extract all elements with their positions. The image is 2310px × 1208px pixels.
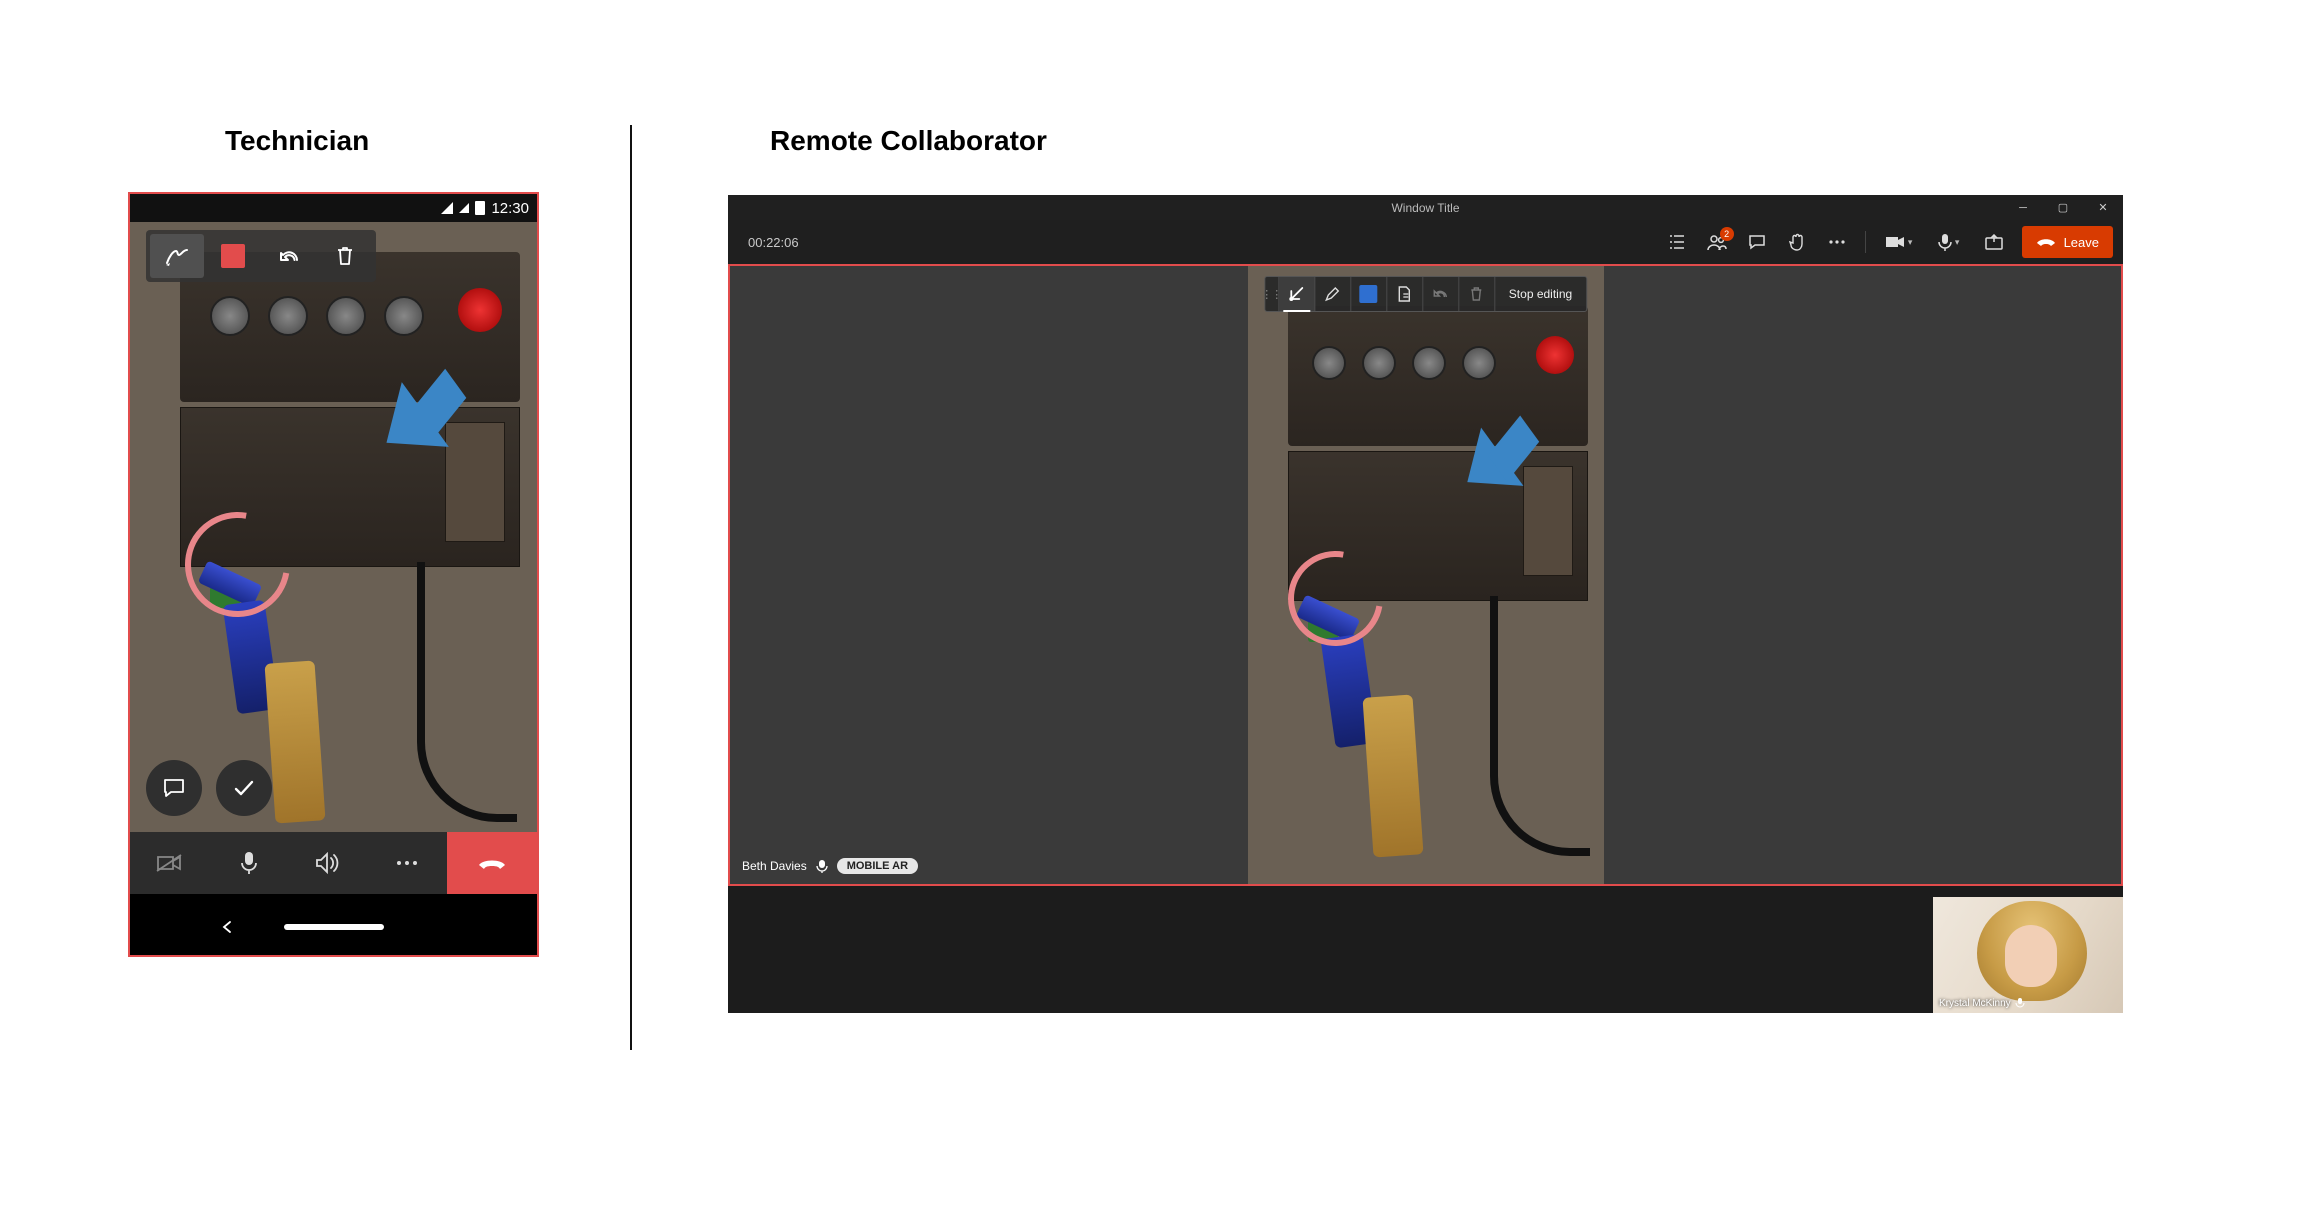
remote-heading: Remote Collaborator: [770, 125, 1047, 157]
shared-content: [1248, 266, 1604, 884]
window-title: Window Title: [1391, 201, 1459, 215]
divider: [630, 125, 632, 1050]
undo-annotation-button[interactable]: [1423, 277, 1459, 311]
phone-float-actions: [146, 760, 272, 816]
self-view-name: Krystal McKinny: [1939, 998, 2011, 1009]
hangup-button[interactable]: [447, 832, 537, 894]
participant-name: Beth Davies: [742, 859, 807, 873]
technician-phone: 12:30: [128, 192, 539, 957]
window-close-button[interactable]: ✕: [2083, 195, 2123, 220]
phone-ar-toolbar: [146, 230, 376, 282]
draw-tool-button[interactable]: [150, 234, 204, 278]
phone-camera-view: [130, 222, 537, 832]
window-titlebar: Window Title ─ ▢ ✕: [728, 195, 2123, 220]
speaker-button[interactable]: [289, 832, 368, 894]
confirm-button[interactable]: [216, 760, 272, 816]
camera-toggle-button[interactable]: [130, 832, 209, 894]
wifi-icon: [459, 203, 469, 213]
stop-editing-button[interactable]: Stop editing: [1495, 277, 1586, 311]
leave-button[interactable]: Leave: [2022, 226, 2113, 258]
call-stage: ⋮⋮ Stop editing Beth Davies MOBILE AR: [728, 264, 2123, 886]
nav-home-pill[interactable]: [284, 924, 384, 930]
teams-bottom-bar: Krystal McKinny: [728, 886, 2123, 1013]
arrow-tool-button[interactable]: [1279, 277, 1315, 311]
pen-tool-button[interactable]: [1315, 277, 1351, 311]
delete-button[interactable]: [318, 234, 372, 278]
chat-panel-button[interactable]: [1738, 225, 1776, 259]
status-time: 12:30: [491, 200, 529, 217]
camera-button[interactable]: ▾: [1875, 225, 1923, 259]
machine-photo: [130, 222, 537, 832]
insert-file-button[interactable]: [1387, 277, 1423, 311]
technician-heading: Technician: [225, 125, 369, 157]
self-view[interactable]: Krystal McKinny: [1933, 897, 2123, 1013]
phone-call-bar: [130, 832, 537, 894]
roster-button[interactable]: [1658, 225, 1696, 259]
window-minimize-button[interactable]: ─: [2003, 195, 2043, 220]
annotation-toolbar: ⋮⋮ Stop editing: [1264, 276, 1587, 312]
delete-annotation-button[interactable]: [1459, 277, 1495, 311]
drag-handle[interactable]: ⋮⋮: [1265, 277, 1279, 311]
call-timer: 00:22:06: [738, 235, 799, 250]
color-picker-button[interactable]: [206, 234, 260, 278]
mic-toggle-button[interactable]: [209, 832, 288, 894]
people-badge: 2: [1720, 227, 1734, 241]
participant-overlay: Beth Davies MOBILE AR: [742, 858, 918, 874]
participant-mic-icon: [815, 859, 829, 873]
undo-button[interactable]: [262, 234, 316, 278]
teams-toolbar: 00:22:06 2 ▾ ▾ Leave: [728, 220, 2123, 264]
phone-status-bar: 12:30: [130, 194, 537, 222]
share-button[interactable]: [1975, 225, 2013, 259]
more-actions-button[interactable]: [1818, 225, 1856, 259]
raise-hand-button[interactable]: [1778, 225, 1816, 259]
people-button[interactable]: 2: [1698, 225, 1736, 259]
teams-window: Window Title ─ ▢ ✕ 00:22:06 2 ▾ ▾: [728, 195, 2123, 1013]
participant-mode-pill: MOBILE AR: [837, 858, 918, 874]
nav-back-button[interactable]: [220, 920, 234, 934]
battery-icon: [475, 201, 485, 215]
mic-button[interactable]: ▾: [1925, 225, 1973, 259]
phone-nav-bar: [130, 894, 537, 957]
color-button[interactable]: [1351, 277, 1387, 311]
more-options-button[interactable]: [368, 832, 447, 894]
window-maximize-button[interactable]: ▢: [2043, 195, 2083, 220]
chat-button[interactable]: [146, 760, 202, 816]
leave-label: Leave: [2064, 235, 2099, 250]
signal-icon: [441, 202, 453, 214]
self-mic-icon: [2015, 997, 2025, 1009]
